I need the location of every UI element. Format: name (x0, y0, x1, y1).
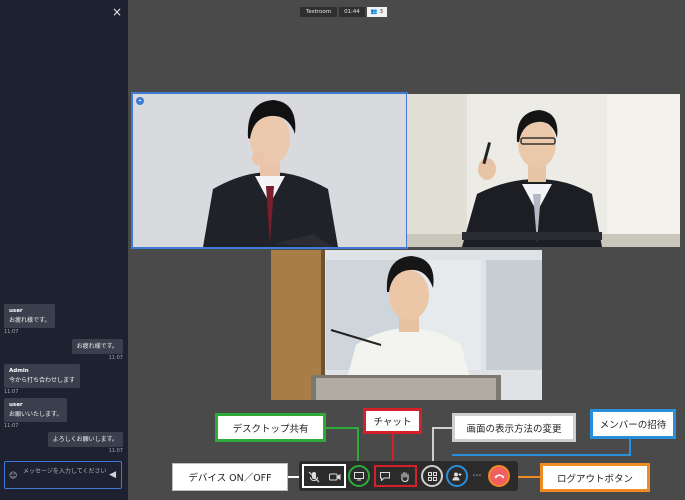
message-time: 11:07 (4, 329, 19, 335)
hang-up-icon (494, 474, 504, 479)
pin-icon[interactable]: ⌖ (136, 97, 144, 105)
message-time: 11:07 (108, 448, 123, 454)
message-text: お願いいたします。 (9, 411, 63, 418)
screen-share-button[interactable] (348, 465, 370, 487)
chat-panel: × user お疲れ様です。 11:07 お疲れ様です。 11:07 Admin… (0, 0, 128, 500)
grid-layout-icon (427, 471, 437, 481)
message-sender: user (9, 402, 23, 408)
callout-invite: メンバーの招待 (590, 409, 676, 439)
chat-input[interactable]: ☺ メッセージを入力してください ◀ (4, 461, 122, 489)
message-text: よろしくお願いします。 (52, 436, 118, 443)
send-icon[interactable]: ◀ (109, 470, 116, 480)
video-tile-2[interactable] (407, 94, 680, 247)
message-time: 11:07 (4, 423, 19, 429)
connector-desktop-share (326, 427, 358, 429)
message-text: お疲れ様です。 (76, 343, 118, 350)
chat-message: お疲れ様です。 11:07 (71, 339, 123, 361)
chat-icon[interactable] (377, 469, 393, 483)
message-time: 11:07 (108, 355, 123, 361)
chat-message: user お願いいたします。 11:07 (4, 398, 68, 429)
connector-layout (432, 427, 452, 429)
message-sender: Admin (9, 368, 29, 374)
chat-message: Admin 今から打ち合わせします 11:07 (4, 364, 81, 395)
invite-button[interactable] (446, 465, 468, 487)
connector-desktop-share (357, 427, 359, 461)
video-tile-1[interactable]: ⌖ (131, 92, 408, 249)
participant-video (407, 94, 680, 247)
participant-count[interactable]: 👥 3 (366, 7, 388, 17)
chat-message: user お疲れ様です。 11:07 (4, 304, 56, 335)
raise-hand-icon[interactable] (397, 469, 413, 483)
connector-invite (452, 454, 630, 456)
message-sender: user (9, 308, 23, 314)
meeting-toolbar: ⋯ (299, 461, 518, 491)
layout-button[interactable] (421, 465, 443, 487)
close-icon[interactable]: × (112, 5, 122, 19)
connector-invite (629, 438, 631, 456)
participant-video (133, 94, 406, 247)
video-tile-3[interactable] (271, 250, 542, 400)
screen-share-icon (354, 471, 364, 480)
message-text: お疲れ様です。 (9, 317, 51, 324)
callout-desktop-share: デスクトップ共有 (215, 413, 326, 442)
participant-video (271, 250, 542, 400)
mic-off-icon[interactable] (307, 470, 321, 484)
connector-layout (432, 427, 434, 461)
room-name: Testroom (300, 7, 338, 17)
callout-device: デバイス ON／OFF (172, 463, 288, 491)
message-time: 11:07 (4, 389, 19, 395)
callout-chat: チャット (363, 408, 422, 434)
chat-input-placeholder[interactable]: メッセージを入力してください (23, 468, 107, 476)
chat-message: よろしくお願いします。 11:07 (47, 432, 123, 454)
camera-icon[interactable] (328, 470, 342, 484)
hang-up-button[interactable] (488, 465, 510, 487)
meeting-info-bar: Testroom 01:44 👥 3 (300, 7, 388, 17)
meeting-timer: 01:44 (339, 7, 365, 17)
emoji-icon[interactable]: ☺ (9, 471, 17, 480)
more-icon[interactable]: ⋯ (470, 469, 484, 483)
add-member-icon (452, 472, 462, 480)
callout-logout: ログアウトボタン (540, 463, 650, 492)
callout-layout: 画面の表示方法の変更 (452, 413, 576, 442)
message-text: 今から打ち合わせします (9, 377, 76, 384)
